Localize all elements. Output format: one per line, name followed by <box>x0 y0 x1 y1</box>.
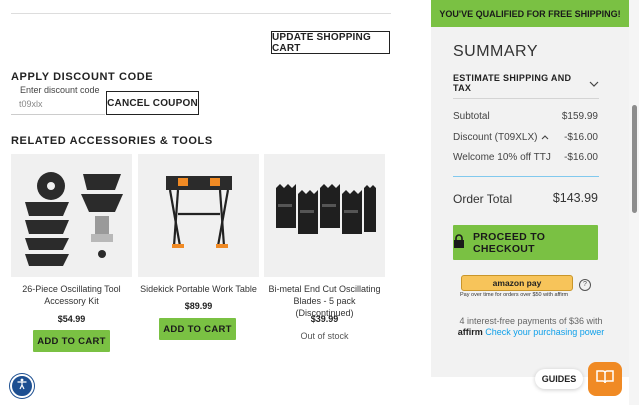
product-image-accessory-kit[interactable] <box>11 154 132 277</box>
summary-divider-1 <box>453 98 599 99</box>
chevron-down-icon <box>589 74 599 92</box>
discount-row-value: -$16.00 <box>564 132 598 143</box>
scrollbar-thumb[interactable] <box>632 105 637 213</box>
discount-field-label: Enter discount code <box>19 85 101 95</box>
top-divider <box>11 13 391 14</box>
accessibility-button[interactable] <box>10 374 34 398</box>
affirm-purchasing-power-link[interactable]: Check your purchasing power <box>485 327 604 337</box>
guides-button[interactable]: GUIDES <box>535 369 583 389</box>
add-to-cart-button-2[interactable]: ADD TO CART <box>159 318 236 340</box>
amazon-pay-label: amazon pay <box>492 278 542 288</box>
subtotal-value: $159.99 <box>561 111 598 122</box>
order-total-label: Order Total <box>453 192 513 206</box>
amazon-pay-note: Pay over time for orders over $50 with a… <box>460 292 569 298</box>
cancel-coupon-button[interactable]: CANCEL COUPON <box>106 91 199 115</box>
free-shipping-banner: YOU'VE QUALIFIED FOR FREE SHIPPING! <box>431 0 629 27</box>
add-to-cart-label-2: ADD TO CART <box>163 323 232 335</box>
product-price-1: $54.99 <box>57 314 86 324</box>
info-icon[interactable]: ? <box>579 279 591 291</box>
product-title-2[interactable]: Sidekick Portable Work Table <box>138 283 259 295</box>
guides-book-button[interactable] <box>588 362 622 396</box>
add-to-cart-label-1: ADD TO CART <box>37 335 106 347</box>
product-title-1-line2: Accessory Kit <box>44 296 99 306</box>
product-price-2: $89.99 <box>184 301 213 311</box>
product-image-work-table[interactable] <box>138 154 259 277</box>
add-to-cart-button-1[interactable]: ADD TO CART <box>33 330 110 352</box>
cancel-coupon-label: CANCEL COUPON <box>107 97 198 109</box>
related-heading: RELATED ACCESSORIES & TOOLS <box>11 135 213 147</box>
product-title-2-line1: Sidekick Portable Work Table <box>140 284 257 294</box>
guides-label: GUIDES <box>541 374 577 384</box>
discount-code-input[interactable]: Enter discount code t09xlx <box>11 85 105 115</box>
estimate-shipping-toggle[interactable]: ESTIMATE SHIPPING AND TAX <box>453 72 599 94</box>
product-title-1[interactable]: 26-Piece Oscillating Tool Accessory Kit <box>11 283 132 307</box>
discount-field-value: t09xlx <box>19 99 43 109</box>
welcome-discount-value: -$16.00 <box>564 152 598 163</box>
proceed-to-checkout-button[interactable]: PROCEED TO CHECKOUT <box>453 225 598 260</box>
summary-divider-2 <box>453 176 599 177</box>
estimate-shipping-label: ESTIMATE SHIPPING AND TAX <box>453 73 572 93</box>
product-price-3: $39.99 <box>310 314 339 324</box>
accessibility-icon <box>16 377 28 395</box>
order-total-value: $143.99 <box>552 191 598 205</box>
product-title-3-line1: Bi-metal End Cut Oscillating <box>268 284 381 294</box>
book-icon <box>596 369 614 389</box>
out-of-stock-label: Out of stock <box>300 331 349 341</box>
summary-title: SUMMARY <box>453 43 538 60</box>
update-shopping-cart-button[interactable]: UPDATE SHOPPING CART <box>271 31 390 54</box>
amazon-pay-button[interactable]: amazon pay <box>461 275 573 291</box>
subtotal-label: Subtotal <box>453 111 490 122</box>
product-image-blades[interactable] <box>264 154 385 277</box>
affirm-line1: 4 interest-free payments of $36 with <box>459 316 603 326</box>
product-title-1-line1: 26-Piece Oscillating Tool <box>22 284 121 294</box>
lock-icon <box>453 234 465 251</box>
discount-heading: APPLY DISCOUNT CODE <box>11 71 154 83</box>
update-shopping-cart-label: UPDATE SHOPPING CART <box>272 31 371 54</box>
affirm-logo: affirm <box>457 327 483 337</box>
checkout-label: PROCEED TO CHECKOUT <box>473 230 546 255</box>
